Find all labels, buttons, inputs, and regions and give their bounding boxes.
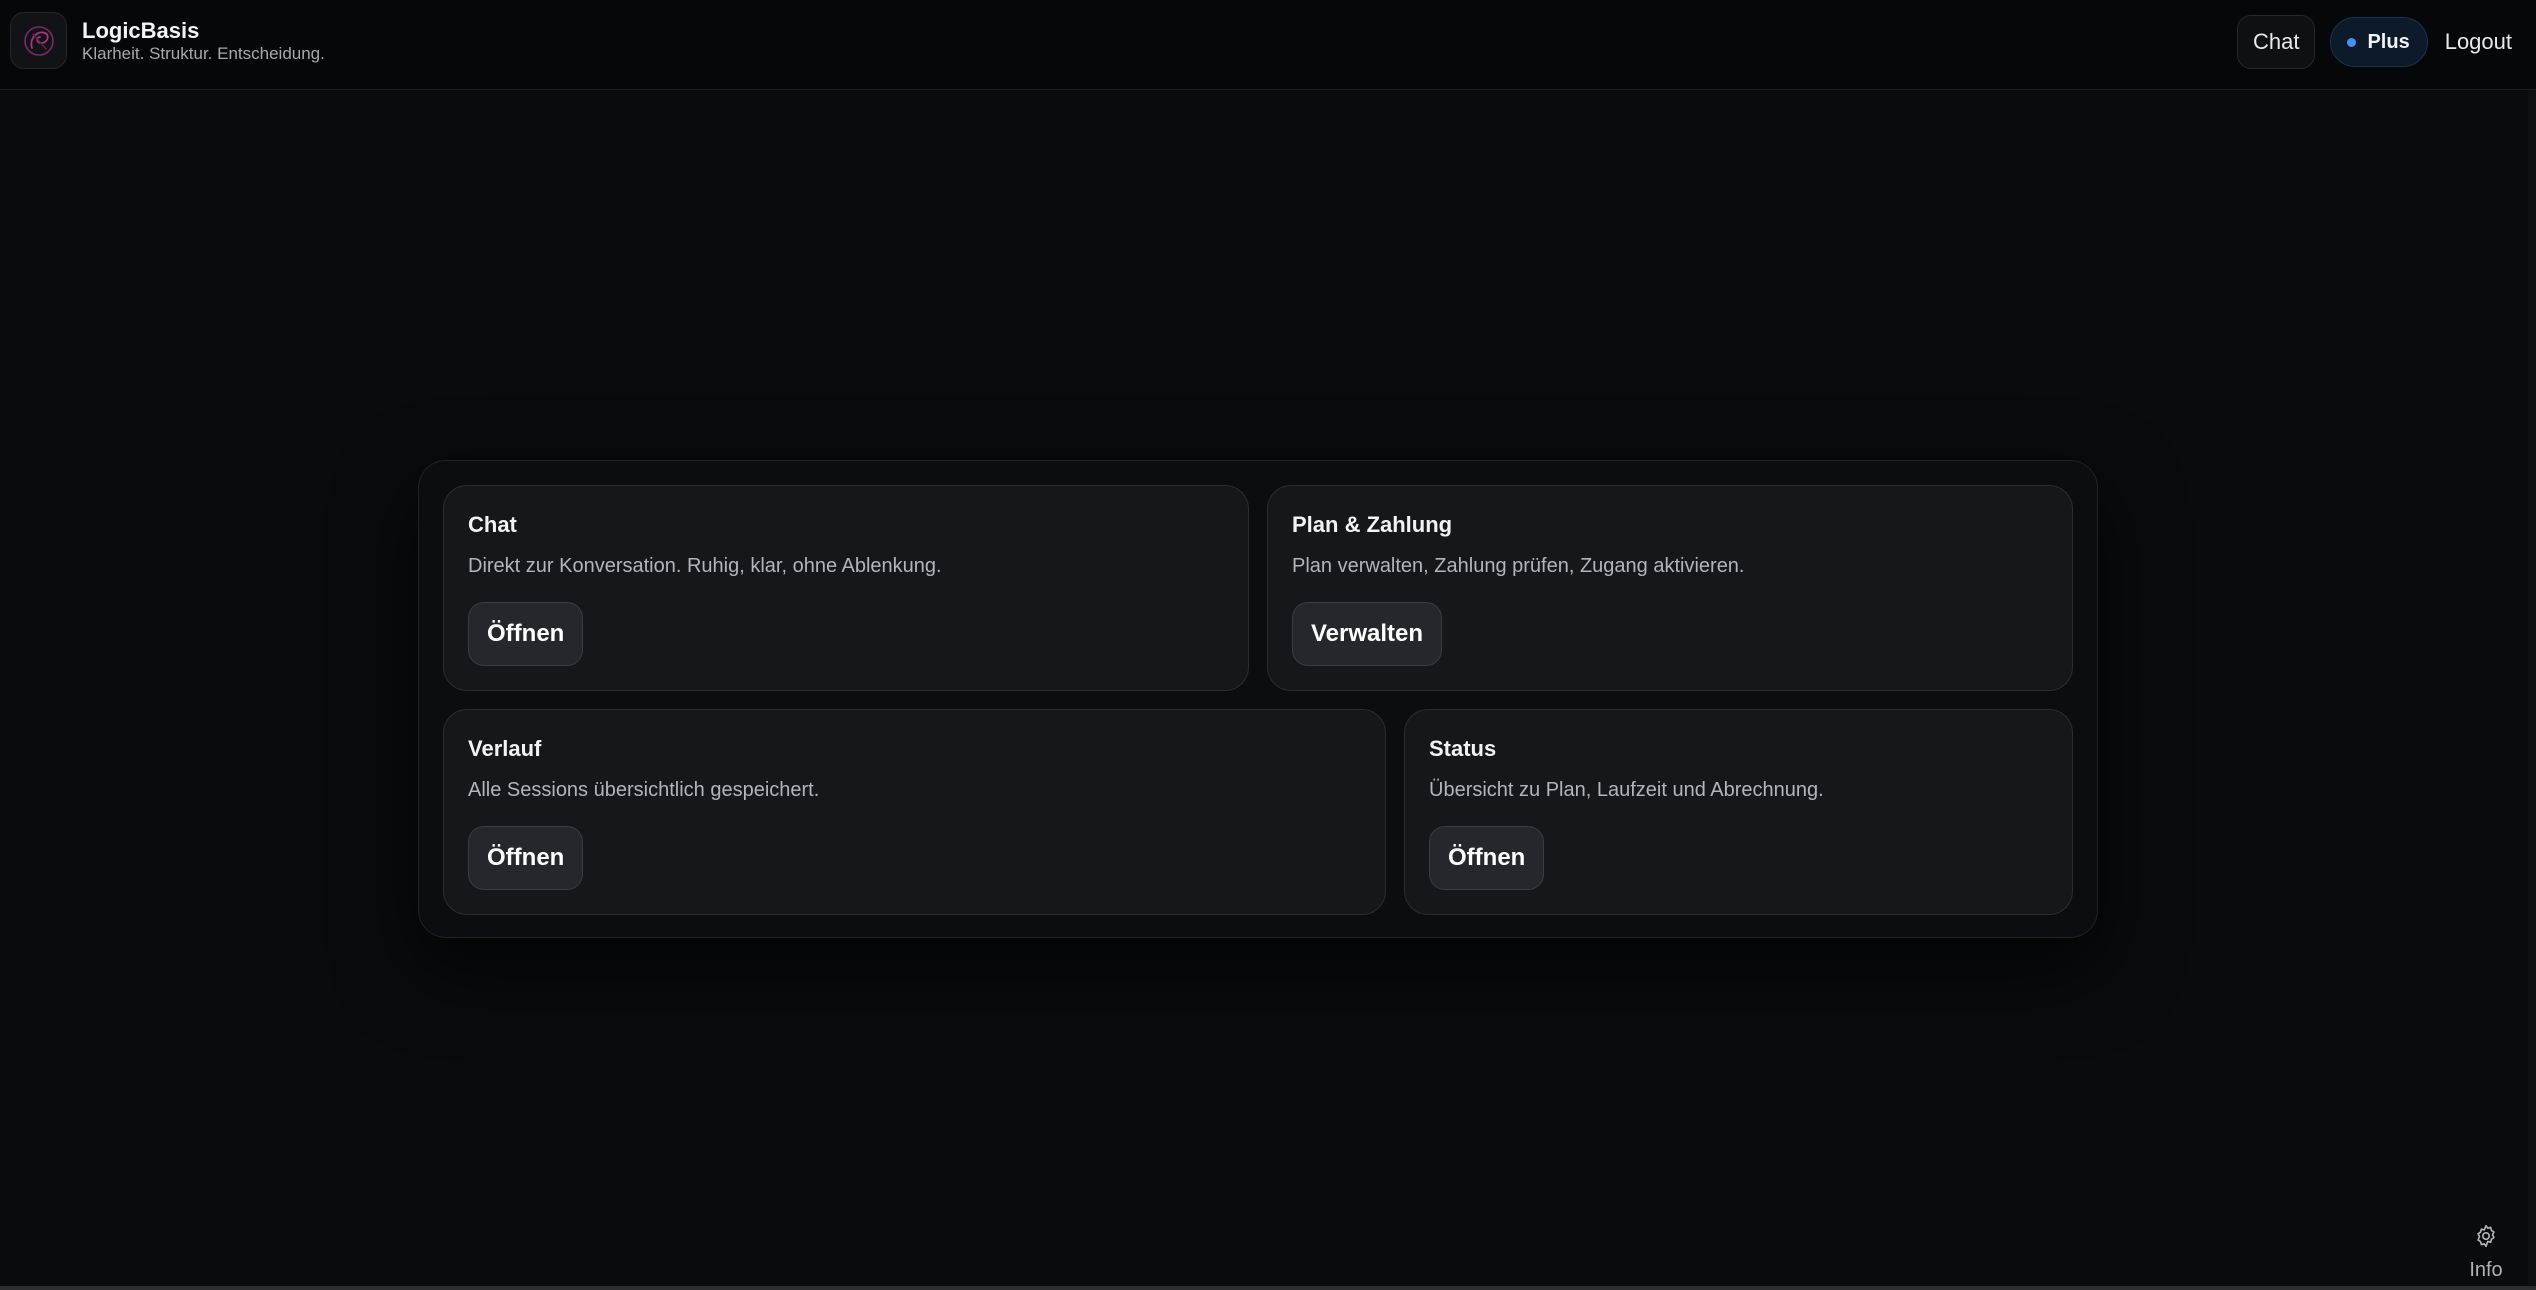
- top-nav: Chat Plus Logout: [2236, 15, 2512, 69]
- card-chat-title: Chat: [468, 512, 517, 537]
- info-label: Info: [2469, 1259, 2503, 1281]
- card-history: Verlauf Alle Sessions übersichtlich gesp…: [443, 709, 1386, 915]
- gear-icon: [2477, 1224, 2495, 1248]
- open-history-button[interactable]: Öffnen: [468, 826, 584, 890]
- brand[interactable]: LogicBasis Klarheit. Struktur. Entscheid…: [10, 12, 325, 69]
- info-button[interactable]: Info: [2456, 1223, 2516, 1282]
- logo-icon: [10, 12, 67, 69]
- card-plan-title: Plan & Zahlung: [1292, 512, 1453, 537]
- brand-text: LogicBasis Klarheit. Struktur. Entscheid…: [82, 18, 325, 64]
- card-status-title: Status: [1429, 736, 1497, 761]
- open-chat-button[interactable]: Öffnen: [468, 602, 584, 666]
- card-status-description: Übersicht zu Plan, Laufzeit und Abrechnu…: [1429, 779, 1824, 801]
- brand-name: LogicBasis: [82, 17, 200, 43]
- card-history-description: Alle Sessions übersichtlich gespeichert.: [468, 779, 820, 801]
- page-scrollbar[interactable]: [2528, 90, 2536, 1286]
- open-status-button[interactable]: Öffnen: [1429, 826, 1545, 890]
- swirl-logo-icon: [23, 25, 54, 56]
- brand-tagline: Klarheit. Struktur. Entscheidung.: [82, 43, 325, 63]
- manage-plan-button[interactable]: Verwalten: [1292, 602, 1443, 666]
- card-chat: Chat Direkt zur Konversation. Ruhig, kla…: [443, 485, 1249, 691]
- top-bar: LogicBasis Klarheit. Struktur. Entscheid…: [0, 0, 2536, 90]
- bottom-divider: [0, 1286, 2536, 1290]
- card-status: Status Übersicht zu Plan, Laufzeit und A…: [1404, 709, 2073, 915]
- card-plan: Plan & Zahlung Plan verwalten, Zahlung p…: [1267, 485, 2073, 691]
- dashboard-panel: Chat Direkt zur Konversation. Ruhig, kla…: [418, 460, 2098, 938]
- card-plan-description: Plan verwalten, Zahlung prüfen, Zugang a…: [1292, 555, 1745, 577]
- card-history-title: Verlauf: [468, 736, 542, 761]
- card-chat-description: Direkt zur Konversation. Ruhig, klar, oh…: [468, 555, 942, 577]
- logout-link[interactable]: Logout: [2445, 29, 2512, 55]
- plan-badge[interactable]: Plus: [2330, 17, 2428, 67]
- nav-chat-button[interactable]: Chat: [2236, 15, 2316, 69]
- plan-badge-label: Plus: [2367, 30, 2410, 53]
- plan-status-dot: [2347, 37, 2357, 47]
